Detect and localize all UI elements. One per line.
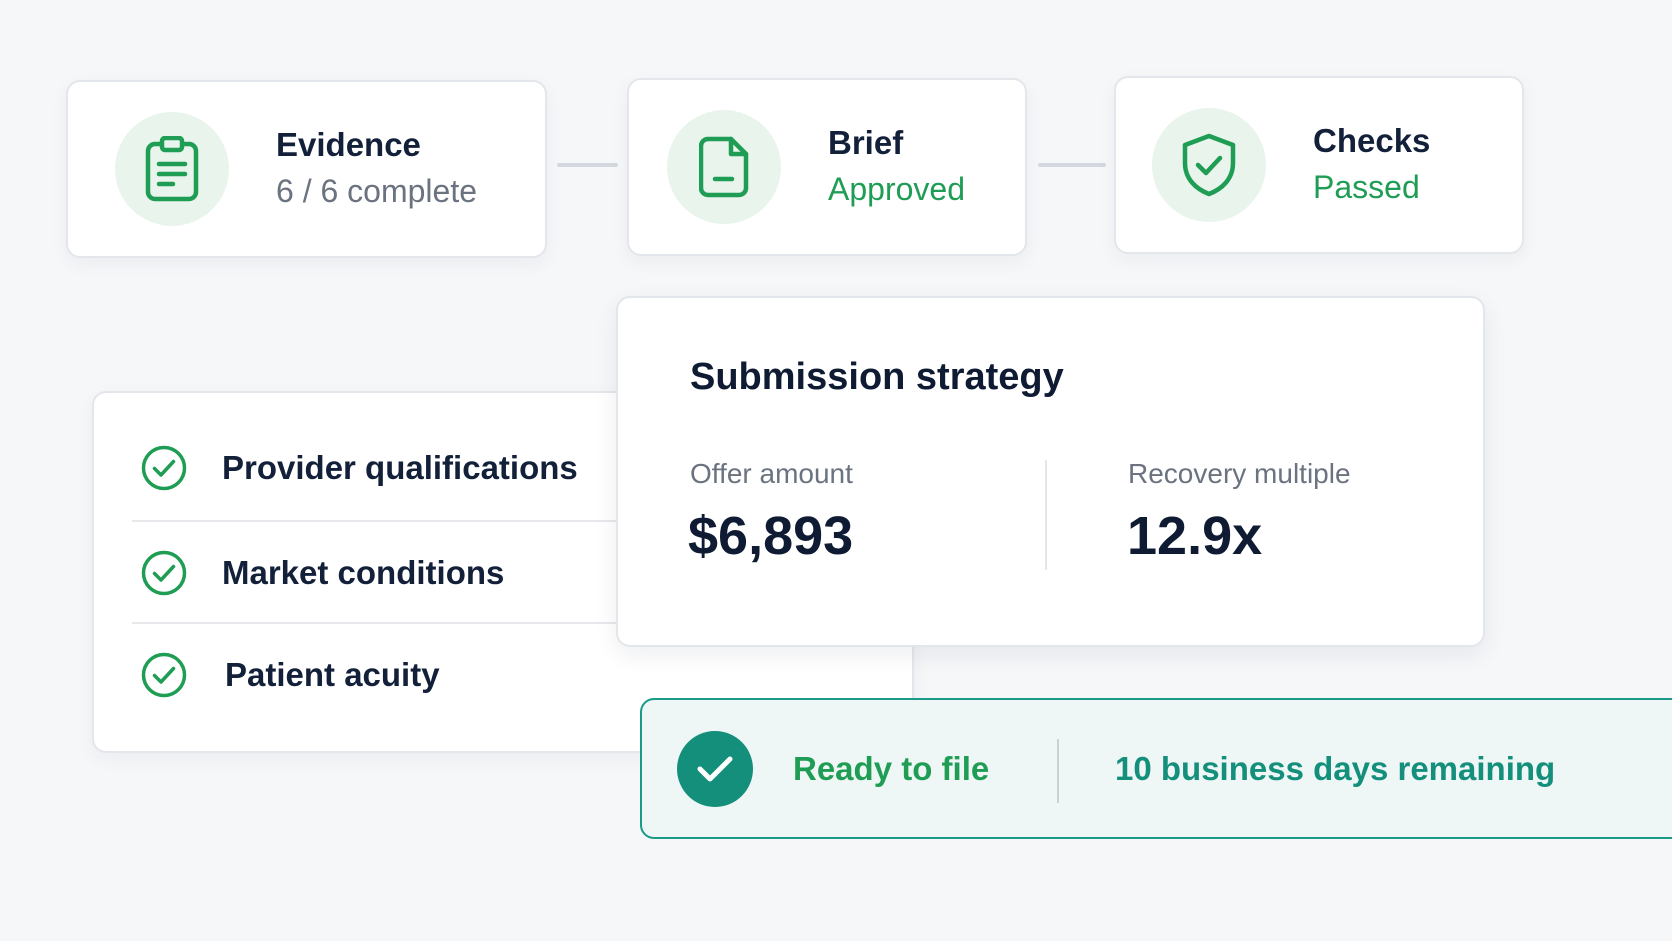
checklist-divider: [132, 520, 632, 522]
shield-check-icon: [1152, 108, 1266, 222]
step-connector: [557, 163, 618, 167]
recovery-multiple-label: Recovery multiple: [1128, 458, 1351, 489]
deadline-text: 10 business days remaining: [1115, 750, 1556, 787]
step-status-evidence: 6 / 6 complete: [276, 173, 477, 209]
ready-to-file-status: Ready to file: [793, 750, 990, 787]
document-icon: [667, 110, 781, 224]
check-circle-icon: [141, 445, 187, 491]
checklist-item-patient-acuity: Patient acuity: [141, 652, 440, 698]
step-title-brief: Brief: [828, 124, 904, 162]
ready-to-file-banner: Ready to file 10 business days remaining: [640, 698, 1672, 839]
clipboard-icon: [115, 112, 229, 226]
step-card-brief[interactable]: Brief Approved: [627, 78, 1027, 256]
checklist-item-market-conditions: Market conditions: [141, 550, 504, 596]
banner-divider: [1057, 739, 1059, 803]
step-title-evidence: Evidence: [276, 126, 421, 164]
recovery-multiple-value: 12.9x: [1127, 506, 1263, 566]
step-card-evidence[interactable]: Evidence 6 / 6 complete: [66, 80, 547, 258]
submission-strategy-card: Submission strategy Offer amount $6,893 …: [616, 296, 1485, 647]
offer-amount-label: Offer amount: [690, 458, 853, 489]
check-circle-icon: [141, 652, 187, 698]
strategy-title: Submission strategy: [690, 356, 1064, 398]
metric-divider: [1045, 460, 1047, 570]
checklist-divider: [132, 622, 632, 624]
check-circle-icon: [141, 550, 187, 596]
checklist-item-label: Provider qualifications: [222, 449, 578, 486]
checklist-item-label: Patient acuity: [225, 656, 440, 693]
check-badge-icon: [677, 731, 753, 807]
checklist-item-label: Market conditions: [222, 554, 505, 591]
offer-amount-value: $6,893: [688, 506, 854, 566]
checklist-item-provider-qualifications: Provider qualifications: [141, 445, 578, 491]
step-connector: [1038, 163, 1106, 167]
step-title-checks: Checks: [1313, 122, 1431, 160]
step-status-checks: Passed: [1313, 169, 1420, 205]
step-card-checks[interactable]: Checks Passed: [1114, 76, 1524, 254]
step-status-brief: Approved: [828, 171, 965, 207]
